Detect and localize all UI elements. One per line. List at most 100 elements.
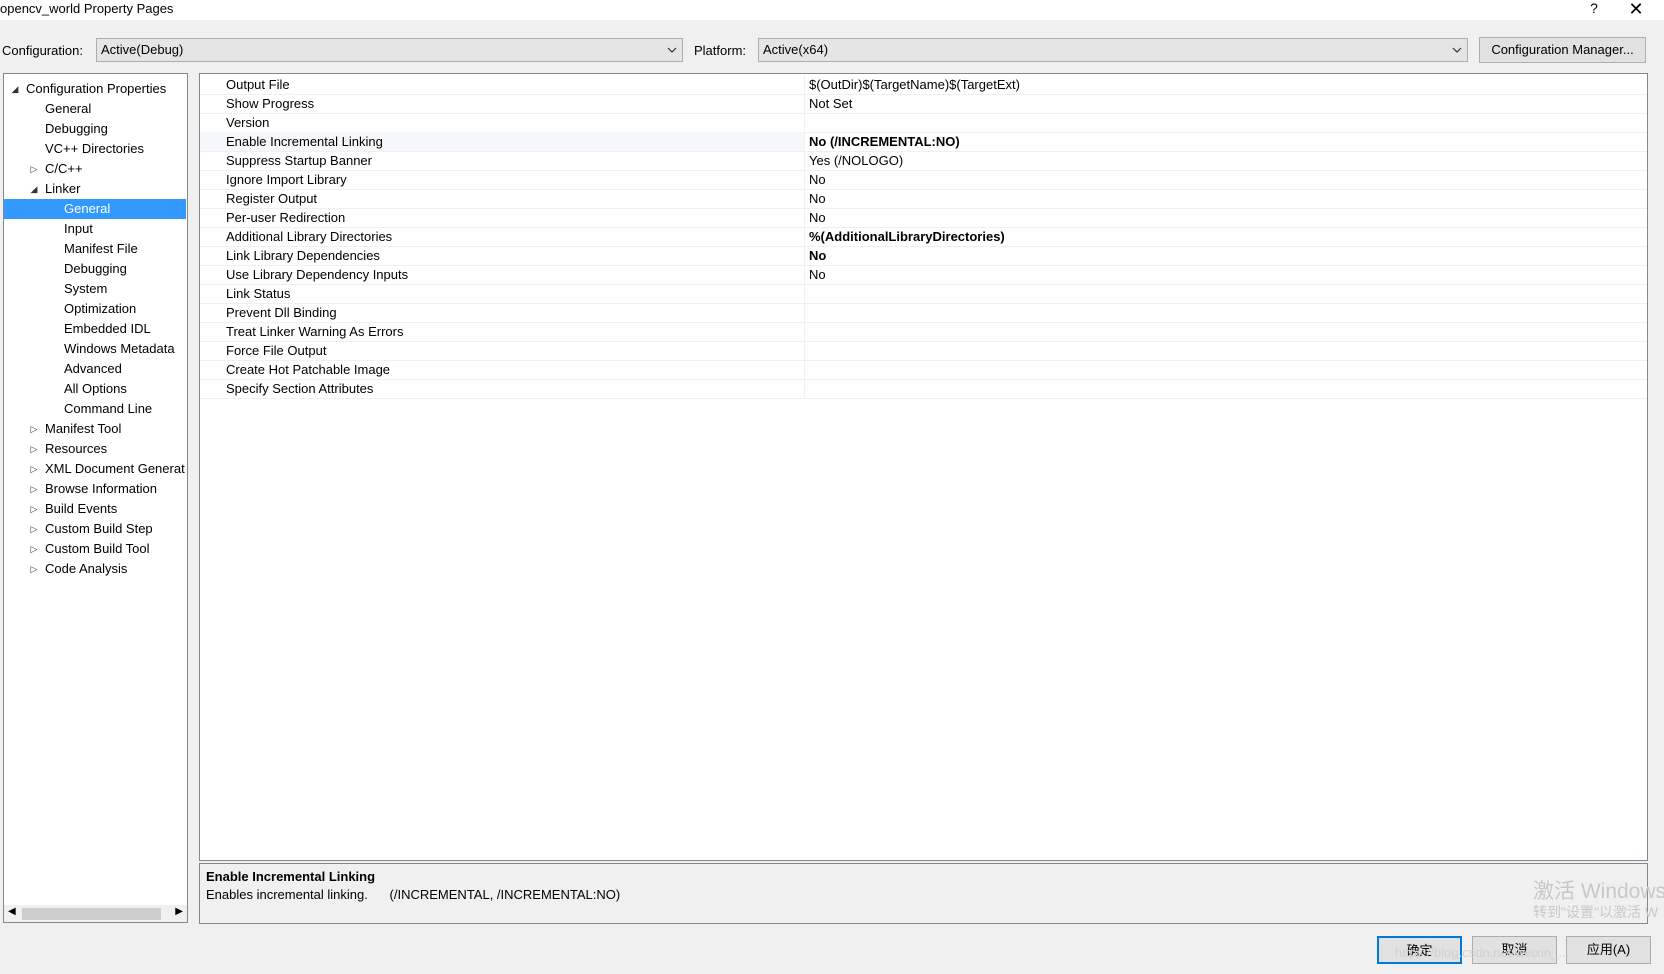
scroll-left-icon[interactable]: ◀ — [8, 906, 16, 917]
tree-item[interactable]: ◢ Configuration Properties — [4, 79, 187, 99]
property-row[interactable]: Link Status — [200, 284, 1647, 304]
tree-item[interactable]: ▷ Manifest Tool — [4, 419, 187, 439]
property-row[interactable]: Treat Linker Warning As Errors — [200, 322, 1647, 342]
property-row[interactable]: Per-user Redirection No — [200, 208, 1647, 228]
tree-item[interactable]: Command Line — [4, 399, 187, 419]
property-row[interactable]: Show Progress Not Set — [200, 94, 1647, 114]
tree-item-label: Input — [64, 221, 93, 236]
expand-arrow-icon[interactable]: ▷ — [29, 439, 39, 459]
tree-item[interactable]: General — [4, 199, 186, 219]
scrollbar-thumb[interactable] — [22, 908, 161, 920]
property-row[interactable]: Prevent Dll Binding — [200, 303, 1647, 323]
tree-item-label: Windows Metadata — [64, 341, 175, 356]
property-value[interactable]: Not Set — [809, 94, 852, 113]
property-value[interactable]: No — [809, 208, 826, 227]
property-name: Treat Linker Warning As Errors — [200, 322, 805, 341]
property-row[interactable]: Specify Section Attributes — [200, 379, 1647, 399]
tree-item[interactable]: ▷ Resources — [4, 439, 187, 459]
tree-item[interactable]: All Options — [4, 379, 187, 399]
expand-arrow-icon[interactable]: ▷ — [29, 159, 39, 179]
expand-arrow-icon[interactable]: ▷ — [29, 459, 39, 479]
configuration-value: Active(Debug) — [101, 42, 184, 57]
property-row[interactable]: Suppress Startup Banner Yes (/NOLOGO) — [200, 151, 1647, 171]
tree-item-label: Custom Build Step — [45, 521, 153, 536]
expand-arrow-icon[interactable]: ▷ — [29, 519, 39, 539]
property-row[interactable]: Use Library Dependency Inputs No — [200, 265, 1647, 285]
tree-item[interactable]: ▷ Build Events — [4, 499, 187, 519]
property-value[interactable]: No (/INCREMENTAL:NO) — [809, 132, 960, 151]
tree-item[interactable]: ▷ Custom Build Tool — [4, 539, 187, 559]
property-row[interactable]: Ignore Import Library No — [200, 170, 1647, 190]
collapse-arrow-icon[interactable]: ◢ — [29, 179, 39, 199]
tree-item-label: Manifest Tool — [45, 421, 122, 436]
tree-item[interactable]: Optimization — [4, 299, 187, 319]
tree-item-label: All Options — [64, 381, 127, 396]
tree-item[interactable]: Debugging — [4, 259, 187, 279]
tree-item-label: XML Document Generat — [45, 461, 185, 476]
expand-arrow-icon[interactable]: ▷ — [29, 499, 39, 519]
tree-item-label: Browse Information — [45, 481, 157, 496]
apply-button[interactable]: 应用(A) — [1566, 936, 1651, 964]
property-value[interactable]: No — [809, 246, 826, 265]
property-name: Output File — [200, 75, 805, 94]
property-name: Additional Library Directories — [200, 227, 805, 246]
tree-item-label: Configuration Properties — [26, 81, 167, 96]
configuration-dropdown[interactable]: Active(Debug) — [96, 38, 683, 62]
collapse-arrow-icon[interactable]: ◢ — [10, 79, 20, 99]
configuration-manager-button[interactable]: Configuration Manager... — [1479, 37, 1646, 63]
platform-dropdown[interactable]: Active(x64) — [758, 38, 1468, 62]
expand-arrow-icon[interactable]: ▷ — [29, 539, 39, 559]
tree-item[interactable]: ◢ Linker — [4, 179, 187, 199]
tree-item[interactable]: Manifest File — [4, 239, 187, 259]
property-value[interactable]: %(AdditionalLibraryDirectories) — [809, 227, 1005, 246]
property-row[interactable]: Create Hot Patchable Image — [200, 360, 1647, 380]
tree-item[interactable]: ▷ Custom Build Step — [4, 519, 187, 539]
property-row[interactable]: Link Library Dependencies No — [200, 246, 1647, 266]
property-value[interactable]: No — [809, 265, 826, 284]
tree-item-label: General — [45, 101, 92, 116]
platform-value: Active(x64) — [763, 42, 829, 57]
tree-item[interactable]: ▷ XML Document Generat — [4, 459, 187, 479]
help-button[interactable]: ? — [1586, 0, 1602, 16]
property-value[interactable]: No — [809, 189, 826, 208]
scroll-right-icon[interactable]: ▶ — [175, 906, 183, 917]
tree-item[interactable]: Windows Metadata — [4, 339, 187, 359]
url-watermark: https://blog.csdn.net/weixin_... — [1395, 945, 1570, 960]
expand-arrow-icon[interactable]: ▷ — [29, 419, 39, 439]
tree-item[interactable]: General — [4, 99, 187, 119]
property-row[interactable]: Additional Library Directories %(Addition… — [200, 227, 1647, 247]
tree-item-label: System — [64, 281, 108, 296]
property-row[interactable]: Version — [200, 113, 1647, 133]
property-name: Show Progress — [200, 94, 805, 113]
close-button[interactable]: ✕ — [1626, 0, 1646, 20]
property-value[interactable]: No — [809, 170, 826, 189]
property-name: Ignore Import Library — [200, 170, 805, 189]
tree-item[interactable]: VC++ Directories — [4, 139, 187, 159]
tree-item[interactable]: Debugging — [4, 119, 187, 139]
property-row[interactable]: Output File $(OutDir)$(TargetName)$(Targe… — [200, 75, 1647, 95]
tree-item[interactable]: System — [4, 279, 187, 299]
tree-item[interactable]: Input — [4, 219, 187, 239]
property-name: Version — [200, 113, 805, 132]
property-row[interactable]: Enable Incremental Linking No (/INCREMENT… — [200, 132, 1647, 152]
tree-item-label: Resources — [45, 441, 108, 456]
property-name: Per-user Redirection — [200, 208, 805, 227]
horizontal-scrollbar[interactable]: ◀ ▶ — [4, 905, 187, 922]
property-row[interactable]: Force File Output — [200, 341, 1647, 361]
tree-item[interactable]: ▷ C/C++ — [4, 159, 187, 179]
tree-item[interactable]: ▷ Browse Information — [4, 479, 187, 499]
tree-item[interactable]: ▷ Code Analysis — [4, 559, 187, 579]
property-name: Link Status — [200, 284, 805, 303]
property-value[interactable]: $(OutDir)$(TargetName)$(TargetExt) — [809, 75, 1020, 94]
tree-item[interactable]: Advanced — [4, 359, 187, 379]
expand-arrow-icon[interactable]: ▷ — [29, 479, 39, 499]
property-pages-dialog: opencv_world Property Pages ? ✕ Configur… — [0, 0, 1664, 974]
tree-item[interactable]: Embedded IDL — [4, 319, 187, 339]
property-name: Specify Section Attributes — [200, 379, 805, 398]
tree-item-label: Advanced — [64, 361, 122, 376]
property-value[interactable]: Yes (/NOLOGO) — [809, 151, 903, 170]
property-row[interactable]: Register Output No — [200, 189, 1647, 209]
chevron-down-icon — [1452, 47, 1462, 53]
tree-item-label: Manifest File — [64, 241, 138, 256]
expand-arrow-icon[interactable]: ▷ — [29, 559, 39, 579]
